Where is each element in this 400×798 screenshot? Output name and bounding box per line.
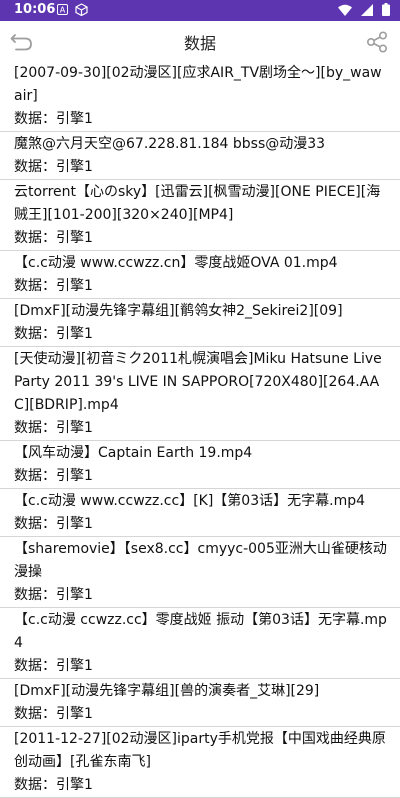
list-item[interactable]: 魔煞@六月天空@67.228.81.184 bbss@动漫33 数据：引擎1 <box>0 132 400 180</box>
item-title: 魔煞@六月天空@67.228.81.184 bbss@动漫33 <box>14 136 326 152</box>
item-title: 【c.c动漫 ccwzz.cc】零度战姬 振动【第03话】无字幕.mp4 <box>14 612 387 651</box>
list-item[interactable]: 【sharemovie】【sex8.cc】cmyyc-005亚洲大山雀硬核动漫操… <box>0 537 400 608</box>
list-item[interactable]: [2011-12-27][02动漫区]iparty手机党报【中国戏曲经典原创动画… <box>0 727 400 798</box>
item-title: 【风车动漫】Captain Earth 19.mp4 <box>14 445 253 461</box>
item-source: 数据：引擎1 <box>14 326 93 342</box>
page-title: 数据 <box>183 34 216 53</box>
item-source: 数据：引擎1 <box>14 777 93 793</box>
cube-icon <box>75 3 88 16</box>
a-icon: A <box>57 4 68 15</box>
list-item[interactable]: 【c.c动漫 www.ccwzz.cn】零度战姬OVA 01.mp4 数据：引擎… <box>0 251 400 299</box>
item-source: 数据：引擎1 <box>14 420 93 436</box>
list-item[interactable]: [2007-09-30][02动漫区][应求AIR_TV剧场全～][by_waw… <box>0 61 400 132</box>
list-item[interactable]: 云torrent【心のsky】[迅雷云][枫雪动漫][ONE PIECE][海贼… <box>0 180 400 251</box>
battery-icon <box>382 3 390 16</box>
item-source: 数据：引擎1 <box>14 516 93 532</box>
item-title: 云torrent【心のsky】[迅雷云][枫雪动漫][ONE PIECE][海贼… <box>14 184 381 223</box>
status-bar: 10:06 A <box>0 0 400 21</box>
list-item[interactable]: 【c.c动漫 ccwzz.cc】零度战姬 振动【第03话】无字幕.mp4 数据：… <box>0 608 400 679</box>
item-title: 【c.c动漫 www.ccwzz.cc】[K]【第03话】无字幕.mp4 <box>14 493 365 509</box>
item-title: [2007-09-30][02动漫区][应求AIR_TV剧场全～][by_waw… <box>14 65 382 104</box>
status-time: 10:06 <box>14 2 56 17</box>
list-item[interactable]: [天使动漫][初音ミク2011札幌演唱会]Miku Hatsune Live P… <box>0 347 400 441</box>
item-source: 数据：引擎1 <box>14 230 93 246</box>
item-title: [DmxF][动漫先锋字幕组][鹡鸰女神2_Sekirei2][09] <box>14 303 343 319</box>
list-item[interactable]: 【风车动漫】Captain Earth 19.mp4 数据：引擎1 <box>0 441 400 489</box>
item-source: 数据：引擎1 <box>14 587 93 603</box>
item-source: 数据：引擎1 <box>14 658 93 674</box>
svg-text:A: A <box>60 6 66 15</box>
item-source: 数据：引擎1 <box>14 111 93 127</box>
item-title: 【c.c动漫 www.ccwzz.cn】零度战姬OVA 01.mp4 <box>14 255 338 271</box>
share-icon[interactable] <box>366 31 388 53</box>
item-source: 数据：引擎1 <box>14 706 93 722</box>
item-title: [天使动漫][初音ミク2011札幌演唱会]Miku Hatsune Live P… <box>14 351 382 413</box>
item-title: [DmxF][动漫先锋字幕组][兽的演奏者_艾琳][29] <box>14 683 320 699</box>
data-list: [2007-09-30][02动漫区][应求AIR_TV剧场全～][by_waw… <box>0 61 400 798</box>
item-title: [2011-12-27][02动漫区]iparty手机党报【中国戏曲经典原创动画… <box>14 731 386 770</box>
list-item[interactable]: [DmxF][动漫先锋字幕组][鹡鸰女神2_Sekirei2][09] 数据：引… <box>0 299 400 347</box>
item-title: 【sharemovie】【sex8.cc】cmyyc-005亚洲大山雀硬核动漫操 <box>14 541 387 580</box>
item-source: 数据：引擎1 <box>14 159 93 175</box>
item-source: 数据：引擎1 <box>14 468 93 484</box>
item-source: 数据：引擎1 <box>14 278 93 294</box>
cellular-icon <box>361 3 373 16</box>
app-bar: 数据 <box>0 21 400 61</box>
wifi-icon <box>338 4 352 16</box>
list-item[interactable]: 【c.c动漫 www.ccwzz.cc】[K]【第03话】无字幕.mp4 数据：… <box>0 489 400 537</box>
list-item[interactable]: [DmxF][动漫先锋字幕组][兽的演奏者_艾琳][29] 数据：引擎1 <box>0 679 400 727</box>
